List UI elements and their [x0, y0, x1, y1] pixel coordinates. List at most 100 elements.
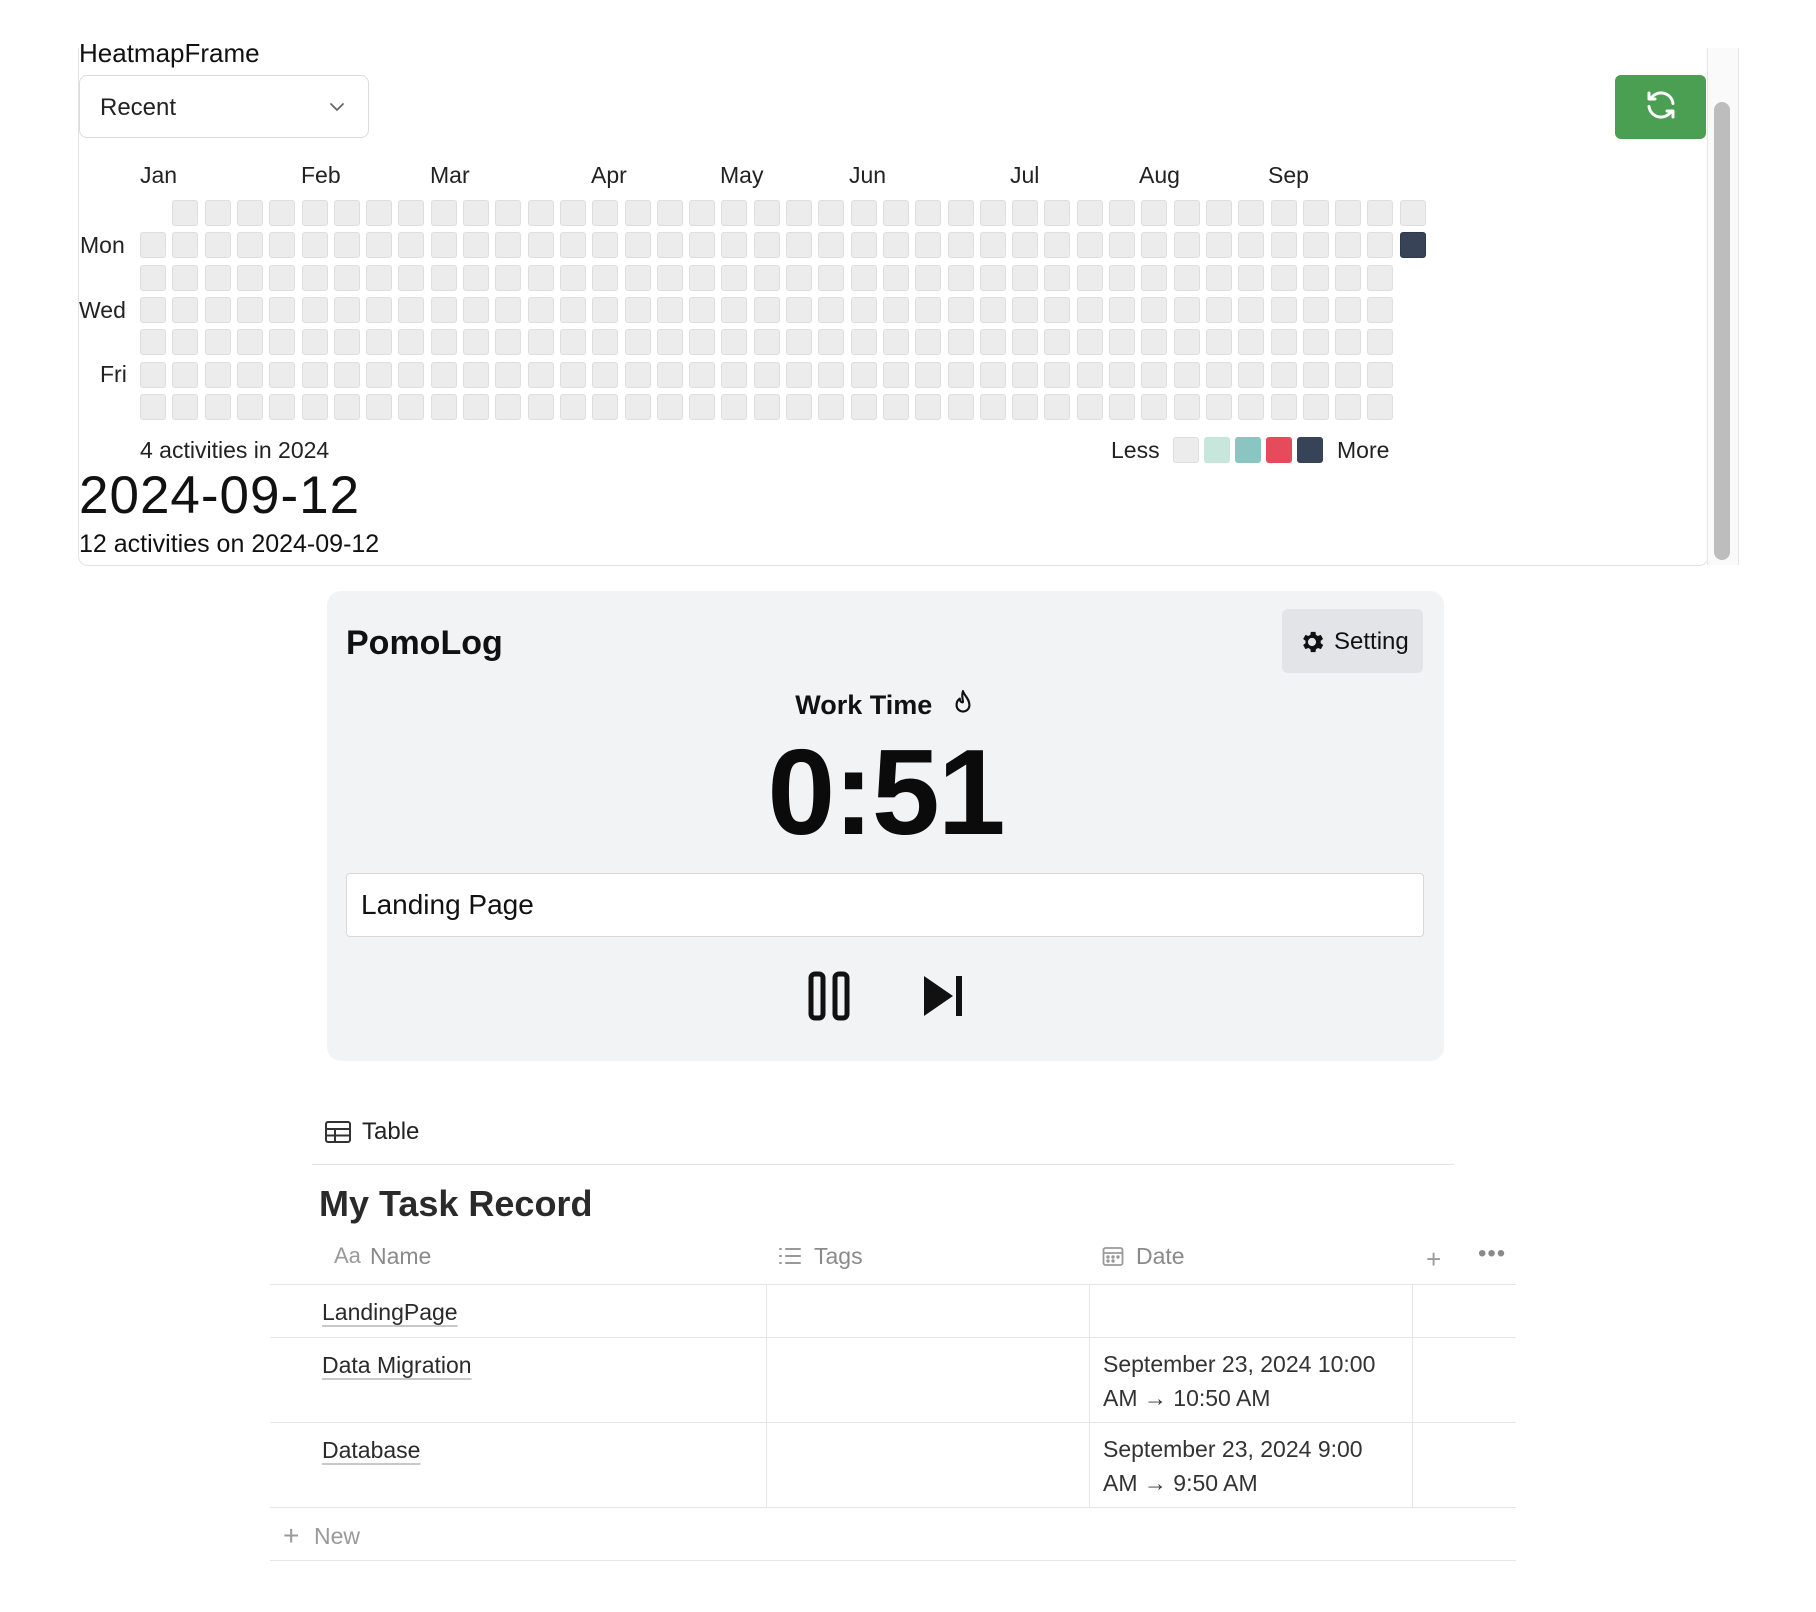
heatmap-cell[interactable]: [269, 232, 296, 259]
heatmap-cell[interactable]: [398, 200, 425, 226]
heatmap-cell[interactable]: [1141, 296, 1168, 323]
heatmap-cell[interactable]: [979, 232, 1006, 259]
heatmap-cell[interactable]: [1367, 264, 1394, 291]
heatmap-cell[interactable]: [495, 264, 522, 291]
heatmap-cell[interactable]: [1367, 329, 1394, 356]
heatmap-cell[interactable]: [818, 296, 845, 323]
heatmap-cell[interactable]: [1302, 296, 1329, 323]
heatmap-cell[interactable]: [430, 393, 457, 420]
heatmap-cell[interactable]: [398, 296, 425, 323]
heatmap-cell[interactable]: [366, 264, 393, 291]
heatmap-cell[interactable]: [559, 232, 586, 259]
heatmap-cell[interactable]: [1367, 296, 1394, 323]
heatmap-cell[interactable]: [979, 361, 1006, 388]
heatmap-cell[interactable]: [979, 296, 1006, 323]
table-row-date[interactable]: September 23, 2024 9:00 AM → 9:50 AM: [1103, 1432, 1393, 1500]
heatmap-cell[interactable]: [786, 393, 812, 420]
heatmap-cell[interactable]: [818, 200, 845, 226]
heatmap-cell[interactable]: [430, 361, 457, 388]
heatmap-cell[interactable]: [850, 264, 877, 291]
heatmap-cell[interactable]: [430, 329, 457, 356]
heatmap-cell[interactable]: [269, 200, 296, 226]
heatmap-cell[interactable]: [366, 232, 393, 259]
heatmap-cell[interactable]: [398, 361, 425, 388]
heatmap-cell[interactable]: [1044, 329, 1071, 356]
heatmap-cell[interactable]: [301, 296, 328, 323]
heatmap-cell[interactable]: [947, 361, 974, 388]
heatmap-cell[interactable]: [430, 232, 457, 259]
frame-scrollbar-thumb[interactable]: [1714, 102, 1730, 560]
heatmap-cell[interactable]: [818, 264, 845, 291]
heatmap-cell[interactable]: [592, 200, 619, 226]
heatmap-cell[interactable]: [236, 329, 263, 356]
heatmap-cell[interactable]: [1270, 200, 1297, 226]
heatmap-cell[interactable]: [850, 200, 877, 226]
heatmap-cell[interactable]: [1173, 264, 1200, 291]
heatmap-cell[interactable]: [882, 200, 909, 226]
heatmap-cell[interactable]: [753, 296, 780, 323]
skip-button[interactable]: [921, 973, 965, 1019]
heatmap-cell[interactable]: [1335, 393, 1362, 420]
heatmap-cell[interactable]: [559, 393, 586, 420]
heatmap-cell[interactable]: [333, 232, 360, 259]
heatmap-cell[interactable]: [1238, 393, 1265, 420]
heatmap-cell[interactable]: [947, 329, 974, 356]
heatmap-cell[interactable]: [559, 200, 586, 226]
heatmap-cell[interactable]: [1044, 361, 1071, 388]
heatmap-cell[interactable]: [656, 393, 683, 420]
heatmap-cell[interactable]: [1205, 329, 1232, 356]
heatmap-cell[interactable]: [1335, 232, 1362, 259]
heatmap-cell[interactable]: [753, 361, 780, 388]
heatmap-cell[interactable]: [1109, 393, 1135, 420]
heatmap-cell[interactable]: [269, 329, 296, 356]
heatmap-cell[interactable]: [592, 329, 619, 356]
heatmap-cell[interactable]: [204, 232, 231, 259]
heatmap-cell[interactable]: [1141, 264, 1168, 291]
heatmap-cell[interactable]: [592, 361, 619, 388]
heatmap-cell[interactable]: [1076, 200, 1103, 226]
heatmap-cell[interactable]: [1238, 361, 1265, 388]
heatmap-cell[interactable]: [301, 361, 328, 388]
heatmap-cell[interactable]: [236, 296, 263, 323]
heatmap-cell[interactable]: [559, 361, 586, 388]
heatmap-cell[interactable]: [495, 296, 522, 323]
heatmap-cell[interactable]: [1173, 232, 1200, 259]
heatmap-cell[interactable]: [721, 200, 748, 226]
setting-button[interactable]: Setting: [1282, 609, 1423, 673]
heatmap-cell[interactable]: [915, 232, 942, 259]
heatmap-cell[interactable]: [1012, 264, 1039, 291]
heatmap-cell[interactable]: [689, 200, 716, 226]
heatmap-cell[interactable]: [269, 296, 296, 323]
heatmap-cell[interactable]: [721, 329, 748, 356]
heatmap-cell[interactable]: [463, 296, 489, 323]
range-dropdown[interactable]: Recent: [79, 75, 369, 138]
heatmap-cell[interactable]: [430, 264, 457, 291]
heatmap-cell[interactable]: [1399, 232, 1426, 259]
heatmap-cell[interactable]: [1141, 329, 1168, 356]
heatmap-cell[interactable]: [786, 200, 812, 226]
heatmap-cell[interactable]: [947, 232, 974, 259]
heatmap-cell[interactable]: [689, 393, 716, 420]
heatmap-cell[interactable]: [172, 200, 199, 226]
heatmap-cell[interactable]: [204, 329, 231, 356]
heatmap-cell[interactable]: [1044, 296, 1071, 323]
heatmap-cell[interactable]: [689, 264, 716, 291]
heatmap-cell[interactable]: [1238, 264, 1265, 291]
heatmap-cell[interactable]: [624, 361, 651, 388]
heatmap-cell[interactable]: [592, 264, 619, 291]
heatmap-cell[interactable]: [1302, 393, 1329, 420]
heatmap-cell[interactable]: [172, 393, 199, 420]
heatmap-cell[interactable]: [947, 264, 974, 291]
heatmap-cell[interactable]: [656, 200, 683, 226]
heatmap-cell[interactable]: [301, 329, 328, 356]
heatmap-cell[interactable]: [915, 296, 942, 323]
heatmap-cell[interactable]: [430, 200, 457, 226]
heatmap-cell[interactable]: [333, 393, 360, 420]
heatmap-cell[interactable]: [1012, 329, 1039, 356]
heatmap-cell[interactable]: [1109, 264, 1135, 291]
heatmap-cell[interactable]: [818, 361, 845, 388]
heatmap-cell[interactable]: [850, 296, 877, 323]
heatmap-cell[interactable]: [204, 264, 231, 291]
heatmap-cell[interactable]: [1012, 200, 1039, 226]
heatmap-cell[interactable]: [495, 232, 522, 259]
